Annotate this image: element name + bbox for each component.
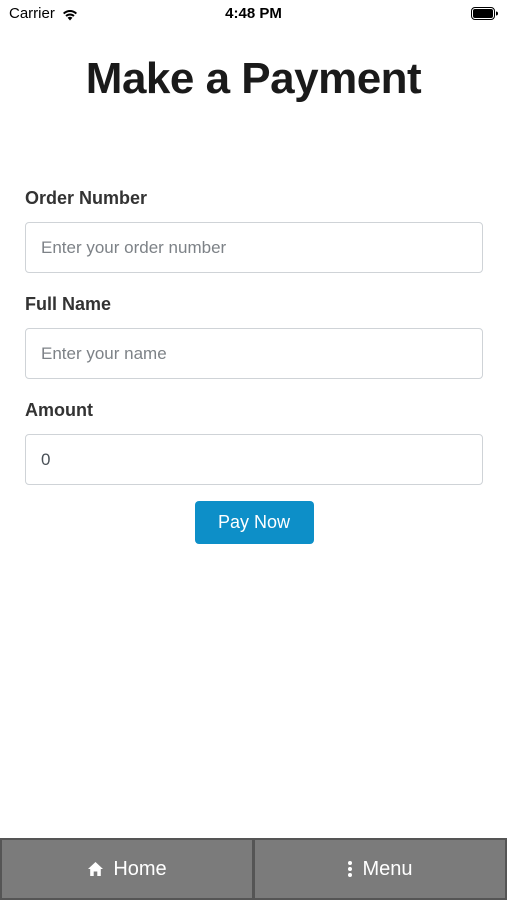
pay-row: Pay Now — [25, 501, 483, 544]
order-number-input[interactable] — [25, 222, 483, 273]
payment-form: Order Number Full Name Amount Pay Now — [25, 186, 483, 544]
full-name-group: Full Name — [25, 292, 483, 398]
vertical-dots-icon — [347, 860, 353, 878]
amount-input[interactable] — [25, 434, 483, 485]
order-number-label: Order Number — [25, 188, 148, 208]
order-number-group: Order Number — [25, 186, 483, 292]
page-title: Make a Payment — [85, 54, 422, 103]
full-name-input[interactable] — [25, 328, 483, 379]
amount-group: Amount — [25, 398, 483, 504]
nav-item-menu-label: Menu — [362, 857, 413, 880]
amount-label: Amount — [25, 400, 93, 420]
status-time: 4:48 PM — [225, 5, 282, 22]
nav-item-menu[interactable]: Menu — [254, 838, 507, 900]
status-bar: Carrier 4:48 PM — [0, 0, 507, 28]
full-name-label: Full Name — [25, 294, 112, 314]
home-icon — [87, 861, 104, 877]
battery-icon — [471, 7, 498, 20]
nav-item-home[interactable]: Home — [0, 838, 254, 900]
payment-screen: Carrier 4:48 PM Make a Payment Order Num… — [0, 0, 507, 900]
nav-item-home-label: Home — [113, 857, 167, 880]
pay-now-button[interactable]: Pay Now — [194, 501, 314, 544]
bottom-nav: Home Menu — [0, 838, 507, 900]
